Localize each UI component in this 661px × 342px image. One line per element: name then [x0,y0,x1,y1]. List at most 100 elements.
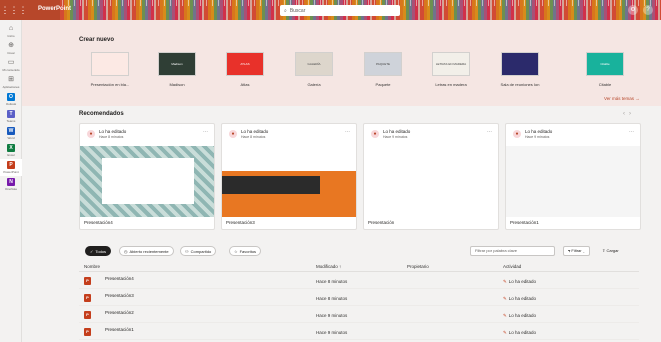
file-owner-redacted [407,311,475,319]
template-thumbnail: LETRAS EN MADERA [432,52,470,76]
file-activity: ✎ Lo ha editado [503,330,537,335]
template-card[interactable]: Citable Citable [568,52,642,87]
table-row[interactable]: P Presentación2 Hace 9 minutos ✎ Lo ha edita… [79,307,639,323]
filter-tab-label: Todos [95,248,107,254]
template-thumb-text: ATLAS [240,62,250,66]
user-avatar-icon: ● [87,130,95,138]
file-name[interactable]: Presentación2 [105,310,134,315]
preview-slide-box [102,158,194,204]
card-activity: Lo ha editado [241,129,269,134]
recommended-card[interactable]: ● Lo ha editado Hace 9 minutos ⋯ Presentació… [505,123,641,230]
file-activity: ✎ Lo ha editado [503,313,537,318]
filter-tab-4[interactable]: ☆ Favoritos [229,246,262,256]
filter-tab-label: Abierto recientemente [129,248,169,254]
template-card[interactable]: Presentación en bla... [73,52,147,87]
recommended-card[interactable]: ● Lo ha editado Hace 9 minutos ⋯ Presentació… [363,123,499,230]
rail-item-crear[interactable]: ⊕ Crear [0,40,22,57]
app-name[interactable]: PowerPoint [38,6,71,12]
rail-item-outlook[interactable]: O Outlook [0,91,22,108]
left-rail: ⌂ Inicio ⊕ Crear ▭ Mi contenido ⊞ Aplicaciones O… [0,20,22,342]
card-filename: Presentación3 [226,220,255,225]
card-filename: Presentación4 [84,220,113,225]
rail-item-label: Crear [7,51,15,55]
top-bar: ⋮⋮⋮ PowerPoint ⌕ Buscar ⚙ ? [0,0,661,20]
rail-item-aplicaciones[interactable]: ⊞ Aplicaciones [0,74,22,91]
template-card[interactable]: LETRAS EN MADERA Letras en madera [414,52,488,87]
filter-tab-1[interactable]: ✓ Todos [85,246,112,256]
card-filename: Presentación [368,220,395,225]
template-card[interactable]: ATLAS Atlas [208,52,282,87]
more-options-icon[interactable]: ⋯ [629,129,634,135]
template-card[interactable]: Sala de reuniones Ion [483,52,557,87]
file-owner-redacted [407,328,475,336]
rail-item-onenote[interactable]: N OneNote [0,176,22,193]
onenote-icon: N [7,178,15,186]
template-card[interactable]: Madison Madison [140,52,214,87]
edit-pencil-icon: ✎ [503,296,507,301]
card-activity: Lo ha editado [99,129,127,134]
next-arrow-icon[interactable]: › [629,111,635,117]
file-name[interactable]: Presentación3 [105,293,134,298]
template-thumb-text: LETRAS EN MADERA [435,62,467,66]
filter-tab-3[interactable]: ⚇ Compartido [180,246,217,256]
col-name[interactable]: Nombre [84,264,100,269]
file-name[interactable]: Presentación4 [105,276,134,281]
filter-tab-2[interactable]: ◷ Abierto recientemente [119,246,174,256]
search-box[interactable]: ⌕ Buscar [280,5,400,16]
teams-icon: T [7,110,15,118]
rail-item-mi-contenido[interactable]: ▭ Mi contenido [0,57,22,74]
more-themes-link[interactable]: Ver más temas → [604,96,640,101]
file-name[interactable]: Presentación1 [105,327,134,332]
folder-icon: ▭ [7,59,15,66]
template-thumb-text: PAQUETE [375,62,391,66]
file-modified: Hace 8 minutos [316,296,348,301]
rail-item-inicio[interactable]: ⌂ Inicio [0,23,22,40]
col-modified[interactable]: Modificado ↑ [316,264,341,269]
card-filename: Presentación1 [510,220,539,225]
card-header: ● Lo ha editado Hace 8 minutos ⋯ [80,124,214,146]
powerpoint-icon: P [7,161,15,169]
pptx-file-icon: P [84,294,91,302]
template-name: Presentación en bla... [90,82,130,87]
file-modified: Hace 9 minutos [316,330,348,335]
word-icon: W [7,127,15,135]
pptx-file-icon: P [84,311,91,319]
table-row[interactable]: P Presentación4 Hace 8 minutos ✎ Lo ha edita… [79,273,639,289]
filter-keyword-input[interactable]: Filtrar por palabra clave [470,246,555,256]
file-activity: ✎ Lo ha editado [503,279,537,284]
template-thumbnail: Citable [586,52,624,76]
template-card[interactable]: GALERÍA Galería [277,52,351,87]
settings-icon[interactable]: ⚙ [628,5,638,15]
rail-item-word[interactable]: W Word [0,125,22,142]
rail-item-label: Excel [7,153,15,157]
table-row[interactable]: P Presentación3 Hace 8 minutos ✎ Lo ha edita… [79,290,639,306]
template-thumb-text: GALERÍA [307,62,321,66]
rail-item-excel[interactable]: X Excel [0,142,22,159]
col-owner[interactable]: Propietario [407,264,429,269]
help-icon[interactable]: ? [643,5,653,15]
rail-item-powerpoint[interactable]: P PowerPoint [0,159,22,176]
more-options-icon[interactable]: ⋯ [487,129,492,135]
share-icon: ⚇ [185,248,189,254]
rail-item-label: Outlook [5,102,17,106]
more-options-icon[interactable]: ⋯ [345,129,350,135]
card-preview [506,146,640,217]
table-row[interactable]: P Presentación1 Hace 9 minutos ✎ Lo ha edita… [79,324,639,340]
star-icon: ☆ [234,248,238,254]
template-thumb-text: Citable [600,62,610,66]
clock-icon: ◷ [124,248,128,254]
template-card[interactable]: PAQUETE Paquete [346,52,420,87]
excel-icon: X [7,144,15,152]
more-options-icon[interactable]: ⋯ [203,129,208,135]
filter-button[interactable]: ⫧ Filtrar ⌄ [563,246,590,256]
col-activity[interactable]: Actividad [503,264,521,269]
app-launcher-icon[interactable]: ⋮⋮⋮ [1,0,28,20]
rail-item-teams[interactable]: T Teams [0,108,22,125]
template-thumbnail: PAQUETE [364,52,402,76]
template-name: Letras en madera [435,82,467,87]
upload-button[interactable]: ⇪ Cargar [602,246,619,256]
recommended-card[interactable]: ● Lo ha editado Hace 8 minutos ⋯ Presentació… [79,123,215,230]
home-icon: ⌂ [8,25,14,32]
recommended-card[interactable]: ● Lo ha editado Hace 8 minutos ⋯ Presentació… [221,123,357,230]
user-avatar-icon: ● [229,130,237,138]
